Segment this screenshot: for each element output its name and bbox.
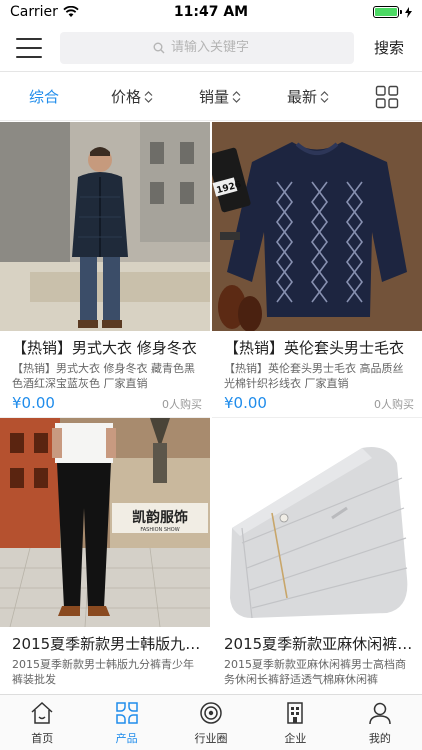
tab-profile[interactable]: 我的: [338, 695, 422, 750]
status-right: [373, 6, 412, 18]
product-description: 2015夏季新款男士韩版九分裤青少年裤装批发: [12, 658, 194, 686]
sort-comprehensive[interactable]: 综合: [0, 86, 88, 107]
wifi-icon: [63, 6, 79, 17]
company-icon: [287, 701, 304, 724]
tab-products[interactable]: 产品: [84, 695, 168, 750]
sort-arrows-icon: [320, 90, 329, 103]
status-left: Carrier: [10, 4, 79, 20]
search-icon: [153, 42, 165, 53]
product-title: 【热销】英伦套头男士毛衣: [224, 339, 405, 357]
sort-bar: 综合 价格 销量 最新: [0, 73, 422, 121]
status-bar: Carrier 11:47 AM: [0, 0, 422, 24]
product-card[interactable]: 2015夏季新款亚麻休闲裤男士 2015夏季新款亚麻休闲裤男士高档商务休闲长裤舒…: [212, 418, 422, 694]
product-description: 【热销】男式大衣 修身冬衣 藏青色黑色酒红深宝蓝灰色 厂家直销: [12, 362, 195, 390]
product-price: ¥0.00: [12, 394, 55, 412]
sort-newest[interactable]: 最新: [264, 86, 352, 107]
tab-label: 产品: [115, 731, 138, 745]
profile-icon: [369, 702, 391, 724]
battery-fill: [375, 8, 397, 16]
tab-industry-circle[interactable]: 行业圈: [169, 695, 253, 750]
sort-arrows-icon: [232, 90, 241, 103]
tab-label: 我的: [368, 731, 391, 745]
sort-label: 最新: [286, 88, 317, 106]
industry-circle-icon: [200, 701, 222, 724]
sort-label: 价格: [110, 88, 141, 106]
tab-bar: 首页 产品 行业圈 企业 我的: [0, 694, 422, 750]
product-sold-count: 0人购买: [374, 398, 414, 411]
charging-bolt-icon: [405, 6, 412, 18]
tab-label: 企业: [284, 731, 307, 745]
tab-home[interactable]: 首页: [0, 695, 84, 750]
product-sold-count: 0人购买: [162, 398, 202, 411]
sort-label: 销量: [198, 88, 229, 106]
product-card[interactable]: 凯韵服饰 FASHION SHOW 2015夏季新款男士韩版九分裤 2015夏季…: [0, 418, 210, 694]
sort-label: 综合: [28, 88, 59, 106]
menu-icon[interactable]: [16, 37, 42, 58]
product-title: 2015夏季新款男士韩版九分裤: [12, 635, 210, 653]
tab-company[interactable]: 企业: [253, 695, 337, 750]
product-image: 1926: [212, 122, 422, 331]
product-card[interactable]: 1926 【热销】英伦套头男士毛衣 【热销】英伦套头男士毛衣 高品质丝光棉针织衫…: [212, 122, 422, 418]
product-image: [0, 122, 210, 331]
tab-label: 首页: [31, 731, 54, 745]
product-title: 2015夏季新款亚麻休闲裤男士: [224, 635, 422, 653]
product-image: [212, 418, 422, 627]
sort-price[interactable]: 价格: [88, 86, 176, 107]
sort-arrows-icon: [144, 90, 153, 103]
product-grid: 【热销】男式大衣 修身冬衣 【热销】男式大衣 修身冬衣 藏青色黑色酒红深宝蓝灰色…: [0, 122, 422, 694]
sign-text: 凯韵服饰: [132, 509, 188, 526]
product-card[interactable]: 【热销】男式大衣 修身冬衣 【热销】男式大衣 修身冬衣 藏青色黑色酒红深宝蓝灰色…: [0, 122, 210, 418]
product-description: 2015夏季新款亚麻休闲裤男士高档商务休闲长裤舒适透气棉麻休闲裤: [224, 658, 406, 686]
tab-label: 行业圈: [194, 731, 228, 745]
search-button[interactable]: 搜索: [368, 37, 406, 58]
grid-view-toggle[interactable]: [352, 85, 422, 109]
home-icon: [31, 701, 53, 724]
search-box[interactable]: [60, 31, 354, 64]
product-meta: ¥0.00 0人购买: [0, 391, 210, 412]
battery-icon: [373, 6, 402, 18]
header: 搜索: [0, 24, 422, 72]
sort-sales[interactable]: 销量: [176, 86, 264, 107]
product-title: 【热销】男式大衣 修身冬衣: [12, 339, 197, 357]
product-meta: ¥0.00 0人购买: [212, 391, 422, 412]
product-description: 【热销】英伦套头男士毛衣 高品质丝光棉针织衫线衣 厂家直销: [224, 362, 404, 390]
product-price: ¥0.00: [224, 394, 267, 412]
grid-view-icon: [375, 85, 399, 108]
carrier-label: Carrier: [10, 4, 58, 20]
products-icon: [115, 701, 138, 724]
product-image: 凯韵服饰 FASHION SHOW: [0, 418, 210, 627]
search-input[interactable]: [170, 40, 261, 55]
sign-subtext: FASHION SHOW: [140, 527, 179, 533]
